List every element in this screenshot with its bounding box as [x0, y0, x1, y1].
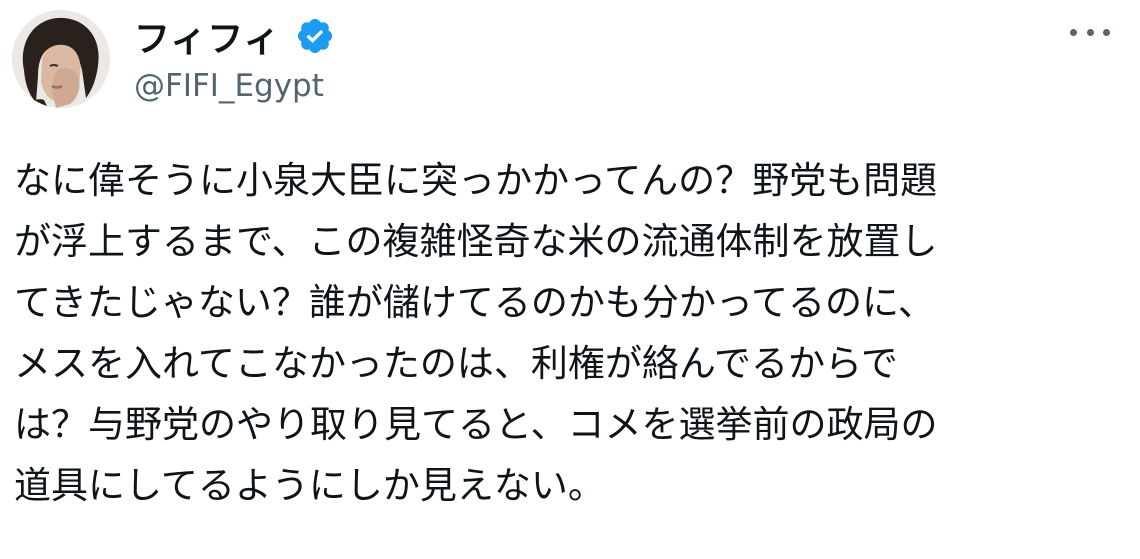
author-display-name[interactable]: フィフィ	[134, 10, 281, 62]
more-dot	[1070, 28, 1077, 36]
verified-badge-icon[interactable]	[295, 16, 335, 56]
tweet: フィフィ @FIFI_Egypt なに偉そうに小泉大臣に突っかかってんの？野党も…	[0, 0, 1140, 559]
author-handle[interactable]: @FIFI_Egypt	[134, 68, 335, 104]
tweet-text-line: は？与野党のやり取り見てると、コメを選挙前の政局の	[14, 403, 938, 446]
tweet-text-line: なに偉そうに小泉大臣に突っかかってんの？野党も問題	[14, 159, 938, 202]
tweet-header: フィフィ @FIFI_Egypt	[134, 10, 335, 104]
name-row: フィフィ	[134, 10, 335, 62]
more-dot	[1086, 28, 1094, 36]
more-options-icon[interactable]	[1070, 22, 1110, 42]
tweet-text-line: が浮上するまで、この複雑怪奇な米の流通体制を放置し	[14, 220, 938, 263]
avatar[interactable]	[12, 10, 110, 108]
tweet-text-line: てきたじゃない？誰が儲けてるのかも分かってるのに、	[14, 281, 935, 324]
more-dot	[1103, 28, 1110, 36]
tweet-text-line: 道具にしてるようにしか見えない。	[14, 464, 605, 507]
tweet-text-line: メスを入れてこなかったのは、利権が絡んでるからで	[14, 342, 898, 385]
avatar-image	[12, 10, 110, 108]
tweet-text: なに偉そうに小泉大臣に突っかかってんの？野党も問題 が浮上するまで、この複雑怪奇…	[14, 150, 1084, 516]
